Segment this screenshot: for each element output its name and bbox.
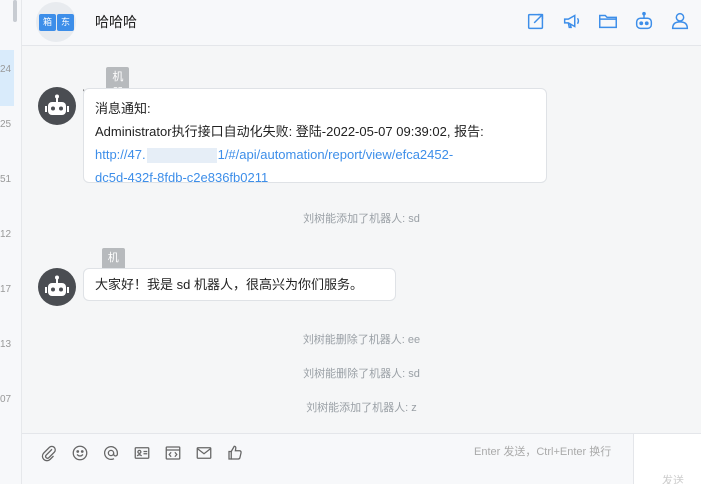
compose-hint: Enter 发送，Ctrl+Enter 换行 [474,446,612,458]
compose-toolbar [38,442,245,463]
robot-icon [45,94,69,115]
strip-number: 17 [0,284,12,295]
message-list[interactable]: ww 机器人 消息通知: Administrator执行接口自动化失败: 登陆-… [22,47,701,433]
folder-icon[interactable] [595,8,621,34]
paperclip-icon[interactable] [38,442,59,463]
system-note: 刘树能删除了机器人: sd [303,368,420,380]
at-icon[interactable] [100,442,121,463]
compose-bar: Enter 发送，Ctrl+Enter 换行 发送 [22,433,701,484]
link-part: 1/#/api/automation/report/view/efca2452- [217,147,454,162]
scrollbar-thumb[interactable] [13,0,17,22]
message-bubble: 消息通知: Administrator执行接口自动化失败: 登陆-2022-05… [83,88,547,185]
left-strip-highlight [0,50,14,106]
strip-number: 25 [0,119,12,130]
strip-number: 07 [0,394,12,405]
emoji-icon[interactable] [69,442,90,463]
link-part: http://47. [95,147,146,162]
avatar-tile: 东 [57,14,74,31]
system-note: 刘树能添加了机器人: sd [303,213,420,225]
strip-number: 13 [0,339,12,350]
group-avatar[interactable]: 箱 东 [36,2,76,42]
megaphone-icon[interactable] [559,8,585,34]
message-bubble: 大家好！我是 sd 机器人，很高兴为你们服务。 [83,268,396,301]
system-note: 刘树能添加了机器人: z [306,402,417,414]
mail-icon[interactable] [193,442,214,463]
strip-number: 12 [0,229,12,240]
robot-icon[interactable] [631,8,657,34]
left-strip: 24 25 51 12 17 13 07 [0,0,22,484]
redacted-region [146,148,217,164]
bot-avatar[interactable] [38,87,76,125]
chat-window: 24 25 51 12 17 13 07 箱 东 哈哈哈 机 消息通知: Adm… [0,0,701,484]
contact-card-icon[interactable] [131,442,152,463]
message-line: 消息通知: [95,101,151,116]
send-button-label: 发送 [662,475,684,484]
message-line: Administrator执行接口自动化失败: 登陆-2022-05-07 09… [95,124,484,139]
bot-avatar[interactable] [38,268,76,306]
chat-header: 箱 东 哈哈哈 [22,0,701,46]
code-icon[interactable] [162,442,183,463]
strip-number: 24 [0,64,12,75]
report-link-continued[interactable]: dc5d-432f-8fdb-c2e836fb0211 [95,166,535,189]
avatar-tile: 箱 [39,14,56,31]
system-note: 刘树能删除了机器人: ee [302,334,421,346]
thumbs-up-icon[interactable] [224,442,245,463]
robot-icon [45,275,69,296]
group-title: 哈哈哈 [95,14,137,30]
header-toolbar [523,8,693,34]
user-icon[interactable] [667,8,693,34]
report-link[interactable]: http://47. 1/#/api/automation/report/view… [95,143,535,166]
send-button-area[interactable]: 发送 [633,434,701,484]
strip-number: 51 [0,174,12,185]
edit-share-icon[interactable] [523,8,549,34]
